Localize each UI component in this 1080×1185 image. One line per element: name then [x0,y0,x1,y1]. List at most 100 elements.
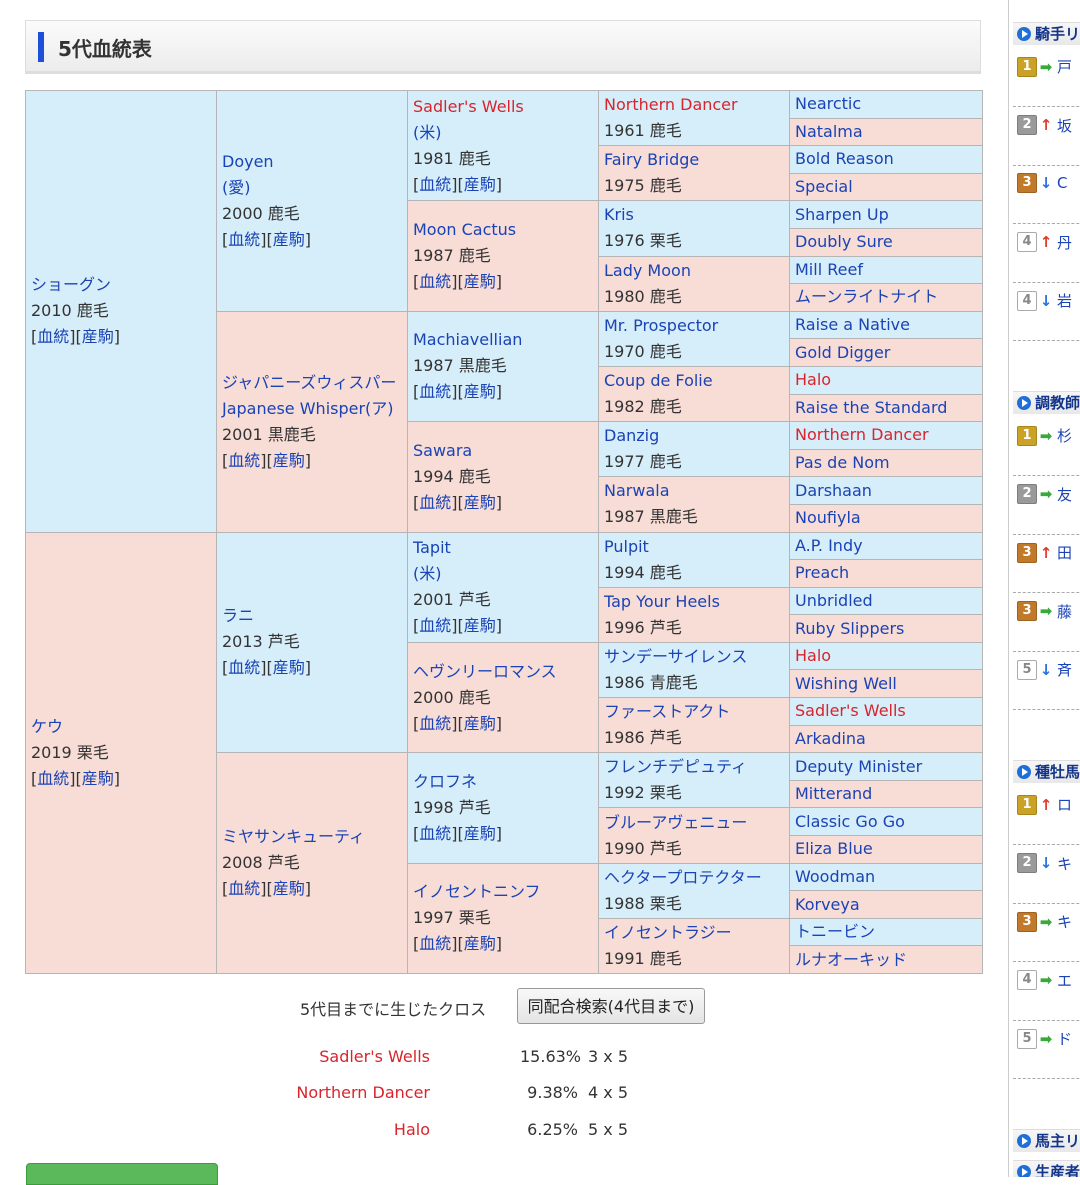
horse-name-link[interactable]: ファーストアクト [604,702,730,721]
horse-name-link[interactable]: Mill Reef [795,260,863,279]
offspring-link[interactable]: 産駒 [464,382,496,401]
horse-name-link[interactable]: Sawara [413,441,472,460]
horse-name-link[interactable]: Tap Your Heels [604,592,720,611]
horse-name-link[interactable]: ケウ [31,717,63,736]
horse-name-link[interactable]: ルナオーキッド [795,950,907,969]
ranking-item[interactable]: 4 ↓ 岩 [1017,290,1080,314]
pedigree-link[interactable]: 血統 [419,714,451,733]
ranking-item[interactable]: 2 ↓ キ [1017,853,1080,877]
horse-name-link[interactable]: Lady Moon [604,261,691,280]
horse-name-link[interactable]: Moon Cactus [413,220,516,239]
horse-name-link[interactable]: Danzig [604,426,659,445]
pedigree-link[interactable]: 血統 [228,230,260,249]
offspring-link[interactable]: 産駒 [464,714,496,733]
horse-name-link[interactable]: Fairy Bridge [604,150,699,169]
pedigree-link[interactable]: 血統 [419,616,451,635]
ranking-name-link[interactable]: 藤 [1057,603,1072,621]
horse-name-link[interactable]: Raise a Native [795,315,910,334]
ranking-item[interactable]: 2 ➡ 友 [1017,484,1080,508]
horse-name-link[interactable]: Doubly Sure [795,232,893,251]
offspring-link[interactable]: 産駒 [273,879,305,898]
horse-name-link[interactable]: ミヤサンキューティ [222,827,365,846]
offspring-link[interactable]: 産駒 [464,616,496,635]
sidebar-section-header[interactable]: 種牡馬 [1013,760,1080,783]
ranking-name-link[interactable]: 岩 [1057,292,1072,310]
pedigree-link[interactable]: 血統 [228,451,260,470]
pedigree-link[interactable]: 血統 [37,327,69,346]
pedigree-link[interactable]: 血統 [228,658,260,677]
horse-name-link[interactable]: Machiavellian [413,330,522,349]
horse-name-link[interactable]: Mr. Prospector [604,316,718,335]
horse-name-link[interactable]: Natalma [795,122,863,141]
sidebar-section-header[interactable]: 生産者 [1013,1160,1080,1177]
sidebar-section-header[interactable]: 馬主リ [1013,1129,1080,1152]
horse-name-link[interactable]: ラニ [222,606,254,625]
ranking-item[interactable]: 3 ↓ C [1017,173,1080,197]
horse-name-link[interactable]: トニービン [795,922,875,941]
horse-name-link[interactable]: ジャパニーズウィスパー [222,373,396,392]
ranking-item[interactable]: 1 ➡ 戸 [1017,56,1080,80]
horse-name-link[interactable]: Woodman [795,867,875,886]
horse-name-link[interactable]: Halo [795,370,831,389]
offspring-link[interactable]: 産駒 [82,769,114,788]
horse-name-link[interactable]: Mitterand [795,784,872,803]
horse-name-link[interactable]: Korveya [795,895,860,914]
ranking-item[interactable]: 4 ➡ エ [1017,970,1080,994]
ranking-item[interactable]: 1 ➡ 杉 [1017,425,1080,449]
offspring-link[interactable]: 産駒 [464,493,496,512]
horse-name-link[interactable]: Unbridled [795,591,873,610]
ranking-name-link[interactable]: キ [1057,913,1072,931]
cross-horse-link[interactable]: Halo [394,1120,430,1139]
horse-name-link[interactable]: クロフネ [413,772,477,791]
horse-name-link[interactable]: Gold Digger [795,343,890,362]
cross-horse-link[interactable]: Sadler's Wells [319,1047,430,1066]
horse-name-link[interactable]: Ruby Slippers [795,619,904,638]
pedigree-link[interactable]: 血統 [419,493,451,512]
offspring-link[interactable]: 産駒 [464,272,496,291]
ranking-name-link[interactable]: ド [1057,1030,1072,1048]
offspring-link[interactable]: 産駒 [273,451,305,470]
horse-name-link[interactable]: Sharpen Up [795,205,889,224]
ranking-name-link[interactable]: 友 [1057,486,1072,504]
horse-name-link[interactable]: ブルーアヴェニュー [604,813,747,832]
pedigree-link[interactable]: 血統 [419,824,451,843]
horse-name-link[interactable]: Special [795,177,853,196]
horse-name-link[interactable]: Northern Dancer [604,95,738,114]
pedigree-link[interactable]: 血統 [419,934,451,953]
horse-name-link[interactable]: サンデーサイレンス [604,647,747,666]
horse-name-link[interactable]: フレンチデピュティ [604,757,747,776]
offspring-link[interactable]: 産駒 [82,327,114,346]
cross-horse-link[interactable]: Northern Dancer [296,1083,430,1102]
horse-name-link[interactable]: Northern Dancer [795,425,929,444]
ranking-item[interactable]: 3 ➡ キ [1017,911,1080,935]
ranking-item[interactable]: 3 ➡ 藤 [1017,601,1080,625]
ranking-item[interactable]: 1 ↑ ロ [1017,794,1080,818]
horse-name-link[interactable]: ヘヴンリーロマンス [413,662,557,681]
ranking-name-link[interactable]: 坂 [1057,117,1072,135]
same-mating-search-button[interactable]: 同配合検索(4代目まで) [517,988,705,1024]
pedigree-link[interactable]: 血統 [419,272,451,291]
horse-name-link[interactable]: ムーンライトナイト [795,287,938,306]
ranking-item[interactable]: 5 ↓ 斉 [1017,659,1080,683]
horse-name-link[interactable]: Noufiyla [795,508,861,527]
horse-name-link[interactable]: Bold Reason [795,149,894,168]
offspring-link[interactable]: 産駒 [273,658,305,677]
horse-name-link[interactable]: Pulpit [604,537,649,556]
ranking-name-link[interactable]: 斉 [1057,661,1072,679]
horse-name-link[interactable]: Coup de Folie [604,371,713,390]
horse-name-link[interactable]: Nearctic [795,94,861,113]
horse-name-link[interactable]: Raise the Standard [795,398,947,417]
ranking-item[interactable]: 5 ➡ ド [1017,1028,1080,1052]
offspring-link[interactable]: 産駒 [464,934,496,953]
sidebar-section-header[interactable]: 騎手リ [1013,22,1080,45]
pedigree-link[interactable]: 血統 [228,879,260,898]
horse-name-link[interactable]: Classic Go Go [795,812,905,831]
ranking-name-link[interactable]: ロ [1057,796,1072,814]
ranking-name-link[interactable]: 田 [1057,544,1072,562]
green-action-button[interactable] [26,1163,218,1185]
pedigree-link[interactable]: 血統 [419,382,451,401]
ranking-name-link[interactable]: キ [1057,855,1072,873]
horse-name-link[interactable]: Kris [604,205,634,224]
horse-name-link[interactable]: Tapit [413,538,451,557]
horse-name-link[interactable]: イノセントニンフ [413,882,541,901]
